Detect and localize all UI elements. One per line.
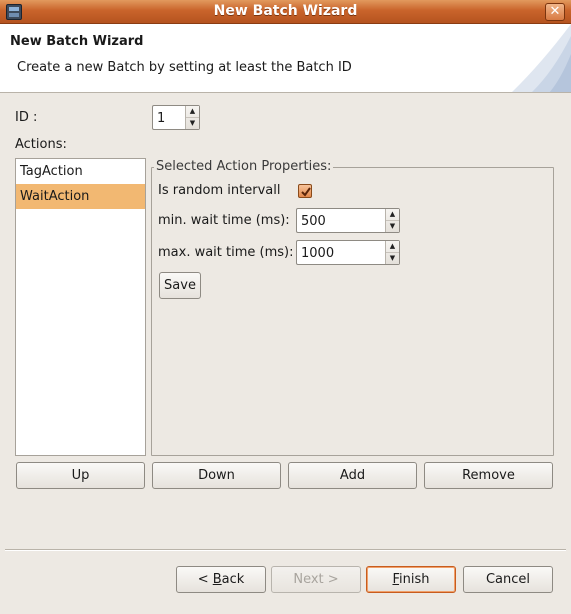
id-value[interactable]: 1 xyxy=(157,111,165,126)
id-increment-icon[interactable]: ▲ xyxy=(186,106,199,118)
max-wait-increment-icon[interactable]: ▲ xyxy=(386,241,399,253)
actions-list[interactable]: TagAction WaitAction xyxy=(15,158,146,456)
finish-button[interactable]: Finish xyxy=(366,566,456,593)
back-rest: ack xyxy=(221,572,245,587)
max-wait-spinner[interactable]: 1000 ▲ ▼ xyxy=(296,240,400,265)
remove-button[interactable]: Remove xyxy=(424,462,553,489)
wizard-page-description: Create a new Batch by setting at least t… xyxy=(17,60,352,75)
save-button[interactable]: Save xyxy=(159,272,201,299)
cancel-button[interactable]: Cancel xyxy=(463,566,553,593)
back-prefix: < xyxy=(197,572,213,587)
back-button[interactable]: < Back xyxy=(176,566,266,593)
next-button[interactable]: Next > xyxy=(271,566,361,593)
list-item-waitaction[interactable]: WaitAction xyxy=(16,184,145,209)
close-button[interactable]: ✕ xyxy=(545,3,565,21)
title-bar: New Batch Wizard ✕ xyxy=(0,0,571,24)
checkmark-icon xyxy=(301,187,311,197)
min-wait-spinner[interactable]: 500 ▲ ▼ xyxy=(296,208,400,233)
id-decrement-icon[interactable]: ▼ xyxy=(186,118,199,130)
up-button[interactable]: Up xyxy=(16,462,145,489)
add-button[interactable]: Add xyxy=(288,462,417,489)
min-wait-spinner-arrows: ▲ ▼ xyxy=(385,209,399,232)
window-title: New Batch Wizard xyxy=(213,3,358,19)
max-wait-label: max. wait time (ms): xyxy=(158,245,294,260)
finish-rest: inish xyxy=(399,572,430,587)
id-spinner-arrows: ▲ ▼ xyxy=(185,106,199,129)
id-label: ID : xyxy=(15,110,38,125)
min-wait-label: min. wait time (ms): xyxy=(158,213,290,228)
min-wait-decrement-icon[interactable]: ▼ xyxy=(386,221,399,233)
wizard-page-title: New Batch Wizard xyxy=(10,34,144,49)
actions-label: Actions: xyxy=(15,137,67,152)
random-interval-label: Is random intervall xyxy=(158,183,281,198)
max-wait-spinner-arrows: ▲ ▼ xyxy=(385,241,399,264)
max-wait-value[interactable]: 1000 xyxy=(301,246,334,261)
action-properties-legend: Selected Action Properties: xyxy=(154,159,334,174)
down-button[interactable]: Down xyxy=(152,462,281,489)
footer-separator xyxy=(5,549,566,551)
wizard-header: New Batch Wizard Create a new Batch by s… xyxy=(0,24,571,93)
random-interval-checkbox[interactable] xyxy=(298,184,312,198)
id-spinner[interactable]: 1 ▲ ▼ xyxy=(152,105,200,130)
min-wait-increment-icon[interactable]: ▲ xyxy=(386,209,399,221)
min-wait-value[interactable]: 500 xyxy=(301,214,326,229)
banner-decoration-icon xyxy=(512,24,571,92)
list-item-tagaction[interactable]: TagAction xyxy=(16,159,145,184)
back-mnemonic: B xyxy=(212,572,222,587)
max-wait-decrement-icon[interactable]: ▼ xyxy=(386,253,399,265)
